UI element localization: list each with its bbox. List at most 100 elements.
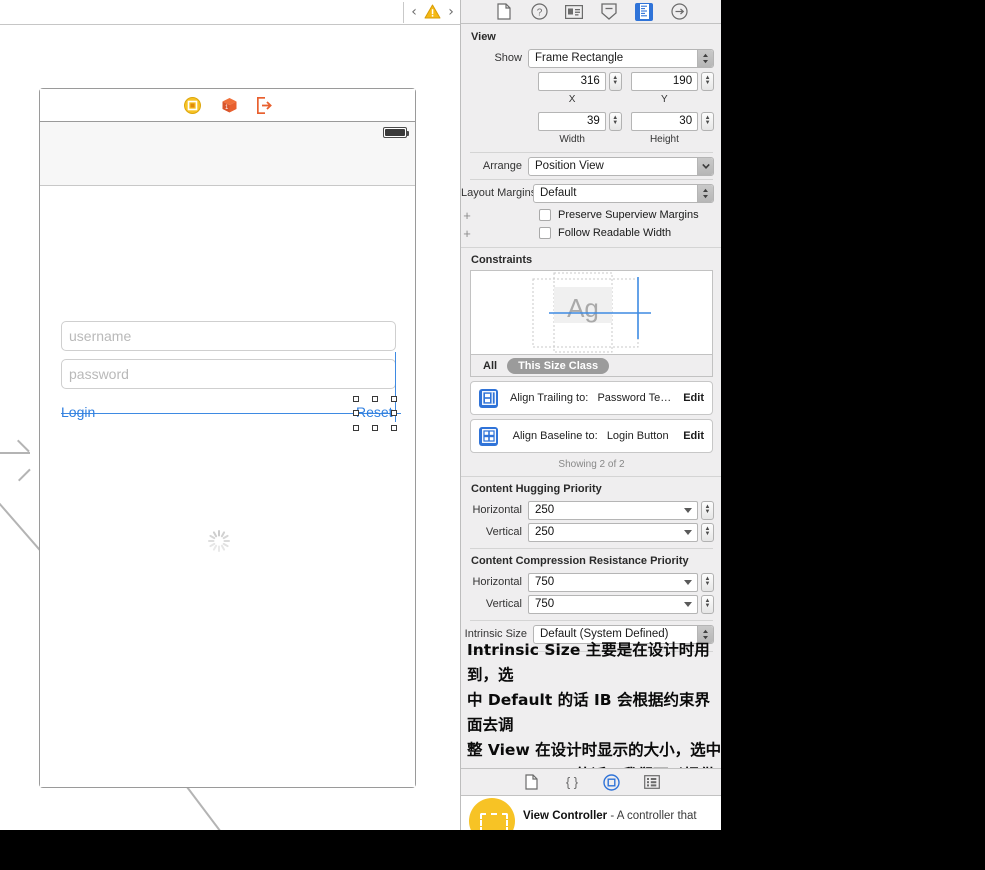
- first-responder-icon[interactable]: 1: [221, 97, 238, 114]
- layout-margins-value: Default: [540, 187, 576, 199]
- size-inspector-tab[interactable]: [635, 3, 653, 21]
- compression-horizontal-label: Horizontal: [461, 576, 528, 588]
- preserve-superview-margins-checkbox[interactable]: [539, 209, 551, 221]
- height-stepper[interactable]: ▲▼: [701, 112, 714, 131]
- entry-point-arrow-head-top: [17, 440, 30, 453]
- size-class-this-button[interactable]: This Size Class: [507, 358, 609, 374]
- compression-vertical-row: Vertical 750 ▲▼: [461, 593, 721, 615]
- selection-handle[interactable]: [391, 425, 397, 431]
- selection-handle[interactable]: [353, 425, 359, 431]
- x-caption: X: [538, 94, 605, 105]
- constraint-row[interactable]: Align Baseline to: Login Button Edit: [470, 419, 713, 453]
- selection-handle[interactable]: [391, 396, 397, 402]
- nav-back-button[interactable]: ‹: [407, 3, 421, 21]
- size-class-toggle[interactable]: All This Size Class: [470, 355, 713, 377]
- hugging-vertical-stepper[interactable]: ▲▼: [701, 523, 714, 542]
- library-list[interactable]: View Controller - A controller that: [461, 795, 721, 830]
- chevron-updown-icon: [697, 50, 713, 67]
- arrange-popup-button[interactable]: Position View: [528, 157, 714, 176]
- layout-margins-popup-button[interactable]: Default: [533, 184, 714, 203]
- reset-button[interactable]: Reset: [356, 404, 393, 420]
- username-field[interactable]: username: [61, 321, 396, 351]
- activity-indicator-icon[interactable]: [206, 528, 232, 554]
- hugging-vertical-value: 250: [535, 526, 554, 538]
- svg-text:?: ?: [536, 7, 542, 18]
- x-field[interactable]: 316: [538, 72, 605, 91]
- y-caption: Y: [631, 94, 698, 105]
- size-class-all-button[interactable]: All: [483, 360, 497, 372]
- nav-forward-button[interactable]: ›: [444, 3, 458, 21]
- compression-resistance-title: Content Compression Resistance Priority: [461, 549, 721, 571]
- follow-readable-width-label: Follow Readable Width: [558, 227, 671, 239]
- constraint-edit-button[interactable]: Edit: [683, 430, 704, 442]
- view-controller-object-icon: [469, 798, 515, 830]
- hugging-vertical-combo[interactable]: 250: [528, 523, 698, 542]
- compression-vertical-stepper[interactable]: ▲▼: [701, 595, 714, 614]
- selection-handle[interactable]: [391, 410, 397, 416]
- constraint-edit-button[interactable]: Edit: [683, 392, 704, 404]
- inspector-tab-bar: ?: [461, 0, 721, 24]
- view-content-area[interactable]: username password Login Reset: [40, 186, 415, 787]
- hugging-horizontal-label: Horizontal: [461, 504, 528, 516]
- x-stepper[interactable]: ▲▼: [609, 72, 622, 91]
- xy-row: 316 ▲▼ 190 ▲▼: [461, 69, 721, 93]
- y-field[interactable]: 190: [631, 72, 698, 91]
- chevron-down-icon: [684, 508, 692, 513]
- file-template-library-tab[interactable]: [523, 773, 541, 791]
- object-library-tab[interactable]: [603, 773, 621, 791]
- show-popup-button[interactable]: Frame Rectangle: [528, 49, 714, 68]
- xcode-interface-builder-window: ‹ ›: [0, 0, 985, 870]
- width-stepper[interactable]: ▲▼: [609, 112, 622, 131]
- attributes-inspector-tab[interactable]: [600, 3, 618, 21]
- exit-icon[interactable]: [257, 97, 274, 114]
- constraint-description: Align Trailing to: Password Te…: [498, 392, 683, 404]
- preserve-superview-margins-row[interactable]: + Preserve Superview Margins: [461, 206, 721, 224]
- selection-handle[interactable]: [353, 410, 359, 416]
- follow-readable-width-row[interactable]: + Follow Readable Width: [461, 224, 721, 242]
- constraint-prefix: Align Trailing to:: [510, 392, 588, 404]
- selection-handle[interactable]: [353, 396, 359, 402]
- y-stepper[interactable]: ▲▼: [701, 72, 714, 91]
- add-variation-icon[interactable]: +: [461, 208, 473, 223]
- compression-horizontal-combo[interactable]: 750: [528, 573, 698, 592]
- xy-captions: X Y: [461, 93, 721, 106]
- window-background-right: [721, 0, 985, 830]
- wh-captions: Width Height: [461, 133, 721, 146]
- code-snippet-library-tab[interactable]: { }: [563, 773, 581, 791]
- constraints-preview[interactable]: Ag: [470, 270, 713, 355]
- storyboard-canvas[interactable]: ‹ ›: [0, 0, 460, 830]
- width-field[interactable]: 39: [538, 112, 605, 131]
- hugging-vertical-row: Vertical 250 ▲▼: [461, 521, 721, 543]
- file-inspector-tab[interactable]: [495, 3, 513, 21]
- identity-inspector-tab[interactable]: [565, 3, 583, 21]
- constraint-row[interactable]: Align Trailing to: Password Te… Edit: [470, 381, 713, 415]
- follow-readable-width-checkbox[interactable]: [539, 227, 551, 239]
- segue-line-bottom[interactable]: [185, 785, 222, 830]
- view-section-title: View: [461, 25, 721, 47]
- warning-triangle-icon[interactable]: [424, 4, 441, 19]
- view-controller-icon[interactable]: [184, 97, 201, 114]
- quick-help-tab[interactable]: ?: [530, 3, 548, 21]
- hugging-horizontal-combo[interactable]: 250: [528, 501, 698, 520]
- navigation-bar[interactable]: [40, 142, 415, 186]
- add-variation-icon[interactable]: +: [461, 226, 473, 241]
- password-field[interactable]: password: [61, 359, 396, 389]
- connections-inspector-tab[interactable]: [670, 3, 688, 21]
- scene-dock: 1: [40, 89, 415, 122]
- hugging-horizontal-stepper[interactable]: ▲▼: [701, 501, 714, 520]
- show-label: Show: [461, 52, 528, 64]
- media-library-tab[interactable]: [643, 773, 661, 791]
- compression-horizontal-stepper[interactable]: ▲▼: [701, 573, 714, 592]
- view-controller-scene[interactable]: 1 username password: [39, 88, 416, 788]
- login-button[interactable]: Login: [61, 404, 95, 420]
- selection-handle[interactable]: [372, 425, 378, 431]
- status-bar: [40, 122, 415, 142]
- selection-handle[interactable]: [372, 396, 378, 402]
- segue-line-left[interactable]: [0, 499, 44, 555]
- library-item-label: View Controller - A controller that: [523, 810, 718, 822]
- height-field[interactable]: 30: [631, 112, 698, 131]
- entry-point-arrow-shaft: [0, 452, 30, 454]
- battery-icon: [383, 127, 407, 138]
- height-caption: Height: [631, 134, 698, 145]
- compression-vertical-combo[interactable]: 750: [528, 595, 698, 614]
